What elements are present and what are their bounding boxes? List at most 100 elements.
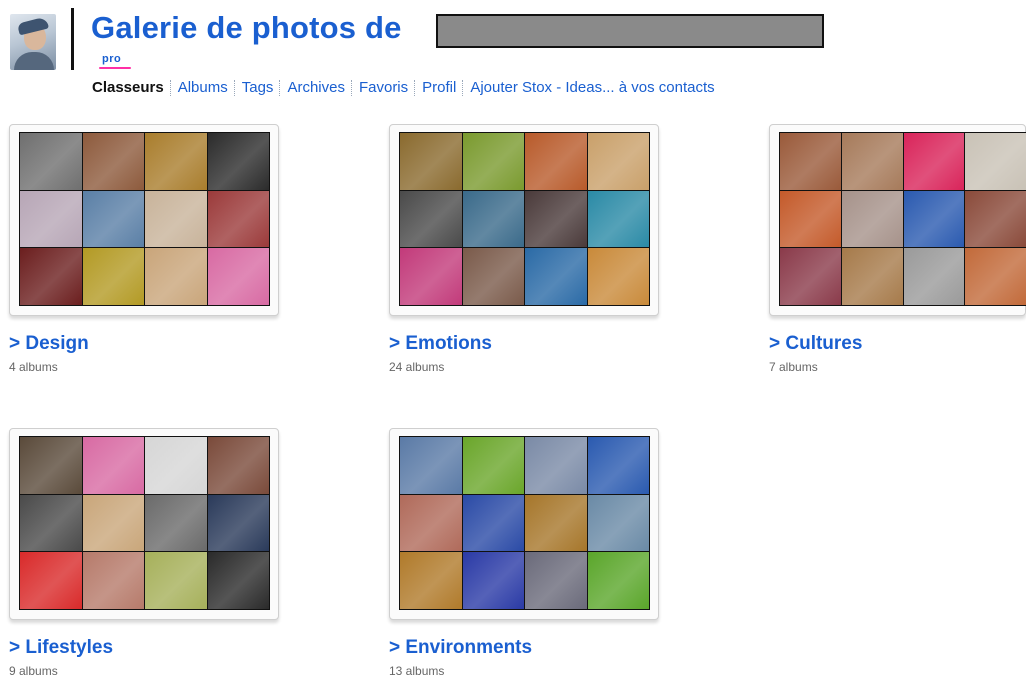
photo-thumbnail[interactable]: [462, 552, 524, 609]
photo-thumbnail[interactable]: [82, 190, 144, 248]
nav-item-favoris[interactable]: Favoris: [359, 79, 408, 96]
photo-thumbnail[interactable]: [587, 437, 649, 494]
photo-thumbnail[interactable]: [525, 552, 587, 609]
photo-thumbnail[interactable]: [400, 190, 462, 248]
collection-title[interactable]: > Emotions: [389, 333, 492, 355]
nav-separator: [462, 79, 464, 96]
nav-item-profil[interactable]: Profil: [422, 79, 456, 96]
header-divider: [71, 8, 74, 70]
redacted-name: [436, 14, 824, 48]
photo-thumbnail[interactable]: [780, 190, 841, 248]
photo-thumbnail[interactable]: [207, 494, 269, 552]
album-count: 7 albums: [769, 360, 818, 374]
photo-thumbnail[interactable]: [400, 552, 462, 609]
main-nav: Classeurs Albums Tags Archives Favoris P…: [92, 79, 715, 96]
photo-thumbnail[interactable]: [462, 190, 524, 248]
photo-thumbnail[interactable]: [400, 494, 462, 552]
nav-separator: [414, 79, 416, 96]
nav-separator: [169, 79, 172, 96]
collection-mosaic[interactable]: [9, 124, 279, 316]
thumbnail-grid: [19, 436, 270, 610]
photo-thumbnail[interactable]: [20, 437, 82, 494]
photo-thumbnail[interactable]: [965, 190, 1026, 248]
photo-thumbnail[interactable]: [587, 552, 649, 609]
photo-thumbnail[interactable]: [525, 248, 587, 305]
photo-thumbnail[interactable]: [207, 248, 269, 305]
photo-thumbnail[interactable]: [841, 248, 903, 305]
nav-separator: [279, 79, 281, 96]
photo-thumbnail[interactable]: [145, 133, 207, 190]
photo-thumbnail[interactable]: [145, 552, 207, 609]
photo-thumbnail[interactable]: [462, 248, 524, 305]
photo-thumbnail[interactable]: [841, 133, 903, 190]
album-count: 4 albums: [9, 360, 58, 374]
photo-thumbnail[interactable]: [145, 190, 207, 248]
photo-thumbnail[interactable]: [82, 437, 144, 494]
nav-item-albums[interactable]: Albums: [178, 79, 228, 96]
photo-thumbnail[interactable]: [525, 190, 587, 248]
photo-thumbnail[interactable]: [20, 494, 82, 552]
photo-thumbnail[interactable]: [587, 248, 649, 305]
photo-thumbnail[interactable]: [207, 133, 269, 190]
photo-thumbnail[interactable]: [82, 552, 144, 609]
photo-thumbnail[interactable]: [780, 248, 841, 305]
photo-thumbnail[interactable]: [841, 190, 903, 248]
photo-thumbnail[interactable]: [145, 437, 207, 494]
photo-thumbnail[interactable]: [20, 248, 82, 305]
thumbnail-grid: [399, 436, 650, 610]
collection-mosaic[interactable]: [389, 124, 659, 316]
thumbnail-grid: [19, 132, 270, 306]
photo-thumbnail[interactable]: [207, 190, 269, 248]
collection-title[interactable]: > Lifestyles: [9, 637, 113, 659]
photo-thumbnail[interactable]: [82, 494, 144, 552]
nav-separator: [350, 79, 353, 96]
photo-thumbnail[interactable]: [525, 437, 587, 494]
album-count: 13 albums: [389, 664, 445, 678]
photo-thumbnail[interactable]: [903, 133, 965, 190]
photo-thumbnail[interactable]: [207, 437, 269, 494]
photo-thumbnail[interactable]: [207, 552, 269, 609]
photo-thumbnail[interactable]: [462, 133, 524, 190]
nav-item-add-contact[interactable]: Ajouter Stox - Ideas... à vos contacts: [470, 79, 714, 96]
pro-badge-underline: [99, 67, 131, 69]
photo-thumbnail[interactable]: [525, 133, 587, 190]
nav-item-tags[interactable]: Tags: [242, 79, 274, 96]
collection-title[interactable]: > Environments: [389, 637, 532, 659]
photo-thumbnail[interactable]: [20, 133, 82, 190]
photo-thumbnail[interactable]: [965, 133, 1026, 190]
photo-thumbnail[interactable]: [903, 190, 965, 248]
photo-thumbnail[interactable]: [587, 133, 649, 190]
nav-separator: [233, 79, 236, 96]
nav-item-archives[interactable]: Archives: [287, 79, 345, 96]
photo-thumbnail[interactable]: [780, 133, 841, 190]
photo-thumbnail[interactable]: [587, 190, 649, 248]
photo-thumbnail[interactable]: [82, 133, 144, 190]
photo-thumbnail[interactable]: [145, 248, 207, 305]
photo-thumbnail[interactable]: [462, 437, 524, 494]
album-count: 24 albums: [389, 360, 445, 374]
thumbnail-grid: [779, 132, 1026, 306]
collection-title[interactable]: > Design: [9, 333, 89, 355]
photo-thumbnail[interactable]: [145, 494, 207, 552]
photo-thumbnail[interactable]: [587, 494, 649, 552]
photo-thumbnail[interactable]: [20, 190, 82, 248]
photo-thumbnail[interactable]: [20, 552, 82, 609]
collection-mosaic[interactable]: [389, 428, 659, 620]
collection-mosaic[interactable]: [9, 428, 279, 620]
album-count: 9 albums: [9, 664, 58, 678]
pro-badge[interactable]: pro: [102, 53, 121, 65]
page-title: Galerie de photos de: [91, 10, 402, 45]
collection-title[interactable]: > Cultures: [769, 333, 862, 355]
nav-item-classeurs: Classeurs: [92, 79, 164, 96]
photo-thumbnail[interactable]: [965, 248, 1026, 305]
photo-thumbnail[interactable]: [525, 494, 587, 552]
photo-thumbnail[interactable]: [400, 133, 462, 190]
photo-thumbnail[interactable]: [82, 248, 144, 305]
photo-thumbnail[interactable]: [400, 248, 462, 305]
photo-thumbnail[interactable]: [462, 494, 524, 552]
thumbnail-grid: [399, 132, 650, 306]
photo-thumbnail[interactable]: [400, 437, 462, 494]
photo-thumbnail[interactable]: [903, 248, 965, 305]
collection-mosaic[interactable]: [769, 124, 1026, 316]
user-avatar[interactable]: [10, 14, 56, 70]
